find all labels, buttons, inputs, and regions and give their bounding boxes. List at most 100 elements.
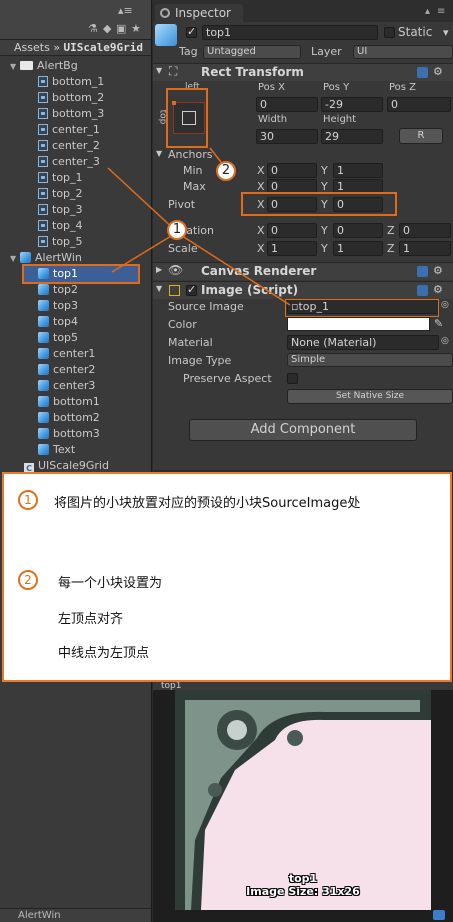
asset-label-icon[interactable] bbox=[433, 910, 445, 920]
lock-icon[interactable]: ▴ bbox=[425, 6, 430, 17]
foldout-arrow-icon[interactable]: ▼ bbox=[156, 66, 162, 75]
anchors-foldout-icon[interactable]: ▼ bbox=[156, 149, 162, 158]
gameobject-cube-icon bbox=[155, 24, 177, 46]
anchor-min-y-field[interactable]: 1 bbox=[333, 163, 383, 178]
tree-item-child[interactable]: bottom1 bbox=[38, 394, 100, 410]
tree-item-sprite[interactable]: bottom_1 bbox=[38, 74, 104, 90]
sprite-icon bbox=[38, 76, 48, 87]
tree-item-child[interactable]: center1 bbox=[38, 346, 95, 362]
source-image-label: Source Image bbox=[168, 300, 244, 313]
prefab-child-icon bbox=[38, 300, 49, 311]
create-icon[interactable]: ⚗ bbox=[88, 22, 98, 35]
canvas-renderer-header[interactable]: ▶ 👁 Canvas Renderer ⚙ bbox=[153, 262, 453, 280]
breadcrumb-assets[interactable]: Assets bbox=[14, 41, 50, 54]
sprite-icon bbox=[38, 156, 48, 167]
tag-dropdown[interactable]: Untagged bbox=[203, 45, 301, 59]
tree-item-label: top3 bbox=[53, 299, 79, 312]
prefab-child-icon bbox=[38, 364, 49, 375]
sprite-icon bbox=[38, 140, 48, 151]
rot-y-label: Y bbox=[321, 224, 328, 237]
tree-item-child[interactable]: top2 bbox=[38, 282, 78, 298]
menu-icon[interactable]: ≡ bbox=[437, 6, 445, 17]
tree-item-child[interactable]: bottom3 bbox=[38, 426, 100, 442]
scale-y-field[interactable]: 1 bbox=[333, 241, 383, 256]
filter-icon[interactable]: ▣ bbox=[116, 22, 126, 35]
scale-x-field[interactable]: 1 bbox=[267, 241, 317, 256]
material-field[interactable]: None (Material) bbox=[287, 335, 439, 350]
tree-item-sprite[interactable]: top_5 bbox=[38, 234, 83, 250]
tree-item-sprite[interactable]: center_2 bbox=[38, 138, 100, 154]
prefab-child-icon bbox=[38, 396, 49, 407]
settings-gear-icon[interactable]: ⚙ bbox=[433, 264, 443, 277]
label-icon[interactable]: ◆ bbox=[103, 22, 111, 35]
tree-item-sprite[interactable]: bottom_3 bbox=[38, 106, 104, 122]
tree-item-child[interactable]: Text bbox=[38, 442, 75, 458]
favorite-icon[interactable]: ★ bbox=[131, 22, 141, 35]
breadcrumb-folder[interactable]: UIScale9Grid bbox=[64, 41, 143, 54]
object-name-field[interactable]: top1 bbox=[202, 25, 378, 40]
preserve-aspect-checkbox[interactable] bbox=[287, 373, 298, 384]
expand-arrow-icon[interactable]: ▼ bbox=[10, 251, 20, 267]
tree-item-child[interactable]: bottom2 bbox=[38, 410, 100, 426]
breadcrumb: Assets » UIScale9Grid bbox=[0, 40, 151, 56]
settings-gear-icon[interactable]: ⚙ bbox=[433, 283, 443, 296]
tree-item-label: UIScale9Grid bbox=[38, 459, 109, 472]
image-enabled-checkbox[interactable] bbox=[186, 283, 197, 296]
help-icon[interactable] bbox=[417, 285, 428, 296]
tree-item-sprite[interactable]: top_3 bbox=[38, 202, 83, 218]
rect-transform-header[interactable]: ▼ ⛶ Rect Transform ⚙ bbox=[153, 63, 453, 81]
anchor-rect-icon bbox=[182, 111, 196, 125]
image-type-dropdown[interactable]: Simple bbox=[287, 353, 453, 367]
note-text-1: 将图片的小块放置对应的预设的小块SourceImage处 bbox=[54, 496, 361, 511]
tree-item-sprite[interactable]: bottom_2 bbox=[38, 90, 104, 106]
object-picker-icon[interactable]: ◎ bbox=[441, 336, 449, 346]
anchor-preset-button[interactable] bbox=[172, 101, 205, 134]
tree-item-child[interactable]: top4 bbox=[38, 314, 78, 330]
color-swatch[interactable] bbox=[287, 317, 430, 331]
tree-item-sprite[interactable]: center_3 bbox=[38, 154, 100, 170]
foldout-arrow-icon[interactable]: ▶ bbox=[156, 265, 162, 274]
scale-z-field[interactable]: 1 bbox=[399, 241, 451, 256]
set-native-size-button[interactable]: Set Native Size bbox=[287, 389, 453, 404]
sprite-preview-panel: top1 top1 Image Size: 31x26 bbox=[153, 682, 453, 922]
tree-item-label: center1 bbox=[53, 347, 96, 360]
tree-item-child[interactable]: center3 bbox=[38, 378, 95, 394]
rotation-z-field[interactable]: 0 bbox=[399, 223, 451, 238]
preserve-aspect-label: Preserve Aspect bbox=[183, 372, 272, 385]
layer-dropdown[interactable]: UI bbox=[353, 45, 453, 59]
add-component-button[interactable]: Add Component bbox=[189, 419, 417, 441]
object-picker-icon[interactable]: ◎ bbox=[441, 300, 449, 310]
tree-item-sprite[interactable]: top_2 bbox=[38, 186, 83, 202]
settings-gear-icon[interactable]: ⚙ bbox=[433, 65, 443, 78]
tab-inspector[interactable]: Inspector bbox=[155, 4, 243, 22]
static-dropdown-icon[interactable]: ▾ bbox=[443, 26, 449, 39]
tree-item-label: center_1 bbox=[52, 123, 100, 136]
tree-item-sprite[interactable]: top_1 bbox=[38, 170, 83, 186]
tree-item-sprite[interactable]: top_4 bbox=[38, 218, 83, 234]
tree-item-label: bottom_1 bbox=[52, 75, 105, 88]
pos-y-field[interactable]: -29 bbox=[321, 97, 383, 112]
height-field[interactable]: 29 bbox=[321, 129, 383, 144]
tree-item-child[interactable]: center2 bbox=[38, 362, 95, 378]
tab-label: Inspector bbox=[175, 6, 231, 20]
expand-arrow-icon[interactable]: ▼ bbox=[10, 59, 20, 75]
static-checkbox[interactable] bbox=[384, 27, 395, 38]
tree-item-child[interactable]: top5 bbox=[38, 330, 78, 346]
pos-z-field[interactable]: 0 bbox=[387, 97, 451, 112]
eyedropper-icon[interactable]: ✎ bbox=[434, 317, 443, 330]
foldout-arrow-icon[interactable]: ▼ bbox=[156, 284, 162, 293]
width-field[interactable]: 30 bbox=[256, 129, 318, 144]
raw-edit-button[interactable]: R bbox=[399, 128, 443, 144]
image-component-header[interactable]: ▼ Image (Script) ⚙ bbox=[153, 281, 453, 299]
rotation-x-field[interactable]: 0 bbox=[267, 223, 317, 238]
active-checkbox[interactable] bbox=[186, 25, 197, 38]
lock-icon[interactable]: ▴≡ bbox=[118, 4, 133, 17]
help-icon[interactable] bbox=[417, 67, 428, 78]
tree-item-alertbg[interactable]: ▼ AlertBg bbox=[10, 58, 78, 74]
help-icon[interactable] bbox=[417, 266, 428, 277]
pos-x-field[interactable]: 0 bbox=[256, 97, 318, 112]
rotation-y-field[interactable]: 0 bbox=[333, 223, 383, 238]
tree-item-child[interactable]: top3 bbox=[38, 298, 78, 314]
anchor-min-x-field[interactable]: 0 bbox=[267, 163, 317, 178]
tree-item-sprite[interactable]: center_1 bbox=[38, 122, 100, 138]
